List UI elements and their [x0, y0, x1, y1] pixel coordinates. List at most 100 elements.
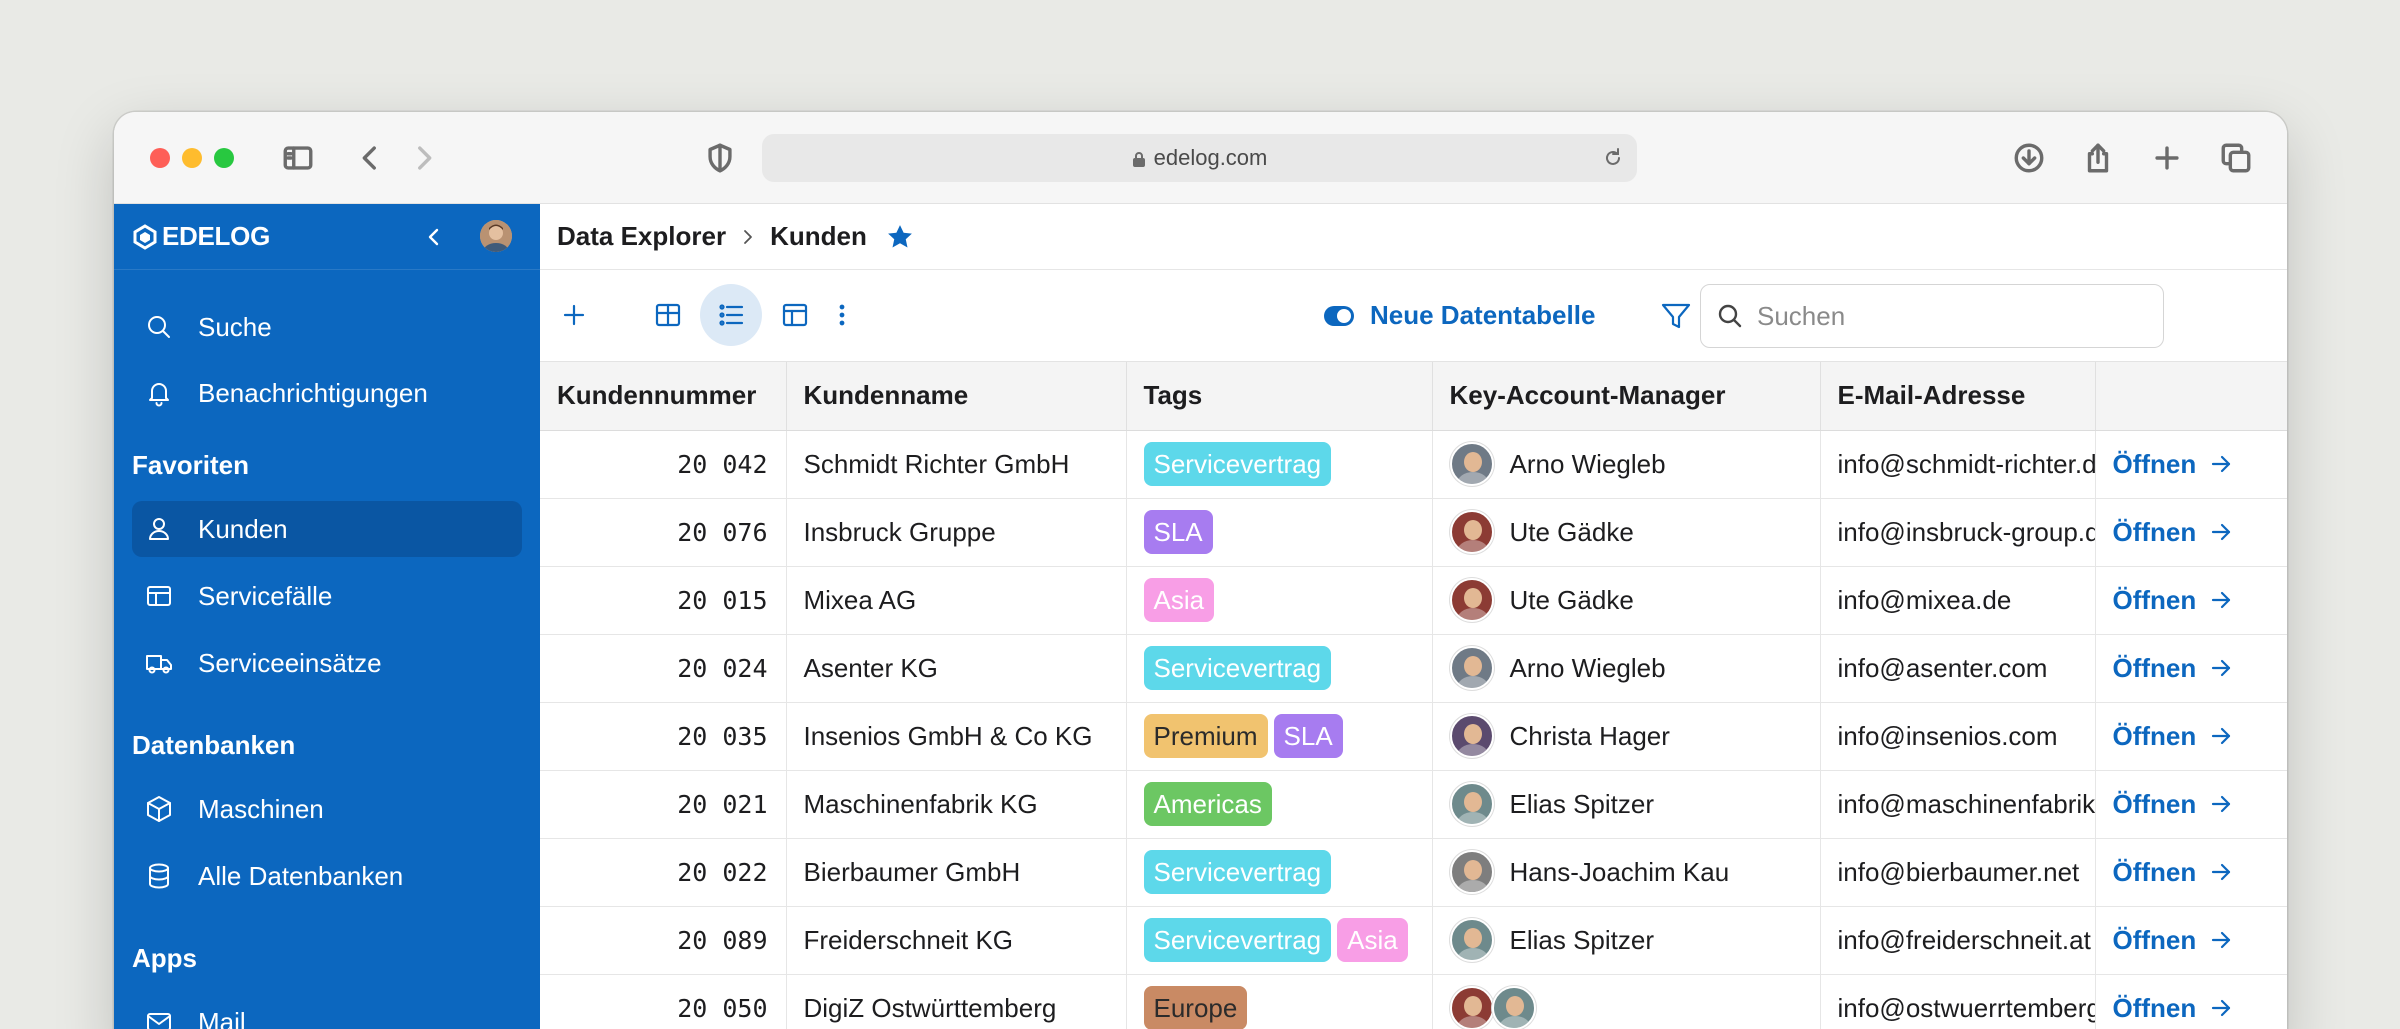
table-row[interactable]: 20 050 DigiZ Ostwürttemberg Europe info@ost…	[540, 974, 2287, 1029]
sidebar-toggle-icon[interactable]	[276, 136, 320, 180]
tab-overview-icon[interactable]	[2214, 136, 2258, 180]
table-row[interactable]: 20 035 Insenios GmbH & Co KG Premium SLA Chr…	[540, 702, 2287, 771]
customer-number: 20 076	[540, 498, 787, 567]
table-row[interactable]: 20 089 Freiderschneit KG Servicevertrag Asi…	[540, 906, 2287, 975]
tag-badge[interactable]: Premium	[1143, 714, 1268, 758]
email-address: info@insenios.com	[1820, 702, 2096, 771]
manager-cell: Ute Gädke	[1432, 566, 1821, 635]
sidebar-item-serviceeinsaetze[interactable]: Serviceeinsätze	[132, 635, 522, 691]
toggle-switch[interactable]	[1324, 305, 1354, 326]
collapse-sidebar-icon[interactable]	[419, 222, 449, 252]
tag-badge[interactable]: Americas	[1143, 782, 1272, 826]
close-window-button[interactable]	[150, 148, 170, 168]
search-input[interactable]: Suchen	[1700, 284, 2164, 348]
open-record-link[interactable]: Öffnen	[2113, 857, 2287, 888]
manager-avatar	[1449, 578, 1494, 622]
back-icon[interactable]	[348, 136, 392, 180]
tag-badge[interactable]: Asia	[1143, 578, 1215, 622]
tag-badge[interactable]: Europe	[1143, 986, 1248, 1029]
edelog-logo-icon	[133, 223, 157, 250]
manager-name: Ute Gädke	[1509, 584, 1634, 615]
table-row[interactable]: 20 024 Asenter KG Servicevertrag Arno Wiegl…	[540, 634, 2287, 703]
minimize-window-button[interactable]	[182, 148, 202, 168]
open-record-link[interactable]: Öffnen	[2113, 993, 2287, 1024]
sidebar-item-maschinen[interactable]: Maschinen	[132, 781, 522, 837]
open-record-link[interactable]: Öffnen	[2113, 517, 2287, 548]
forward-icon[interactable]	[402, 136, 446, 180]
tags-cell: Europe	[1126, 974, 1433, 1029]
tag-badge[interactable]: Servicevertrag	[1143, 442, 1332, 486]
customer-table: Kundennummer Kundenname Tags Key-Account…	[540, 362, 2287, 1029]
customer-name: Freiderschneit KG	[786, 906, 1127, 975]
more-view-options-button[interactable]	[811, 284, 873, 346]
tag-badge[interactable]: Servicevertrag	[1143, 850, 1332, 894]
customer-number: 20 022	[540, 838, 787, 907]
table-row[interactable]: 20 021 Maschinenfabrik KG Americas Elias Sp…	[540, 770, 2287, 839]
breadcrumb-parent[interactable]: Data Explorer	[557, 221, 726, 252]
manager-avatar	[1449, 442, 1494, 486]
list-view-button[interactable]	[700, 284, 762, 346]
address-bar[interactable]: edelog.com	[762, 134, 1637, 182]
reload-icon[interactable]	[1601, 146, 1625, 170]
sidebar-item-mail[interactable]: Mail	[132, 994, 522, 1029]
manager-name: Arno Wiegleb	[1509, 652, 1666, 683]
bell-icon	[144, 378, 174, 408]
column-header-kundenname[interactable]: Kundenname	[786, 362, 1127, 431]
column-header-email[interactable]: E-Mail-Adresse	[1820, 362, 2096, 431]
column-header-key-account-manager[interactable]: Key-Account-Manager	[1432, 362, 1821, 431]
column-header-kundennummer[interactable]: Kundennummer	[540, 362, 787, 431]
sidebar-item-kunden[interactable]: Kunden	[132, 501, 522, 557]
add-record-button[interactable]	[543, 284, 605, 346]
table-row[interactable]: 20 022 Bierbaumer GmbH Servicevertrag Hans-…	[540, 838, 2287, 907]
table-row[interactable]: 20 042 Schmidt Richter GmbH Servicevertrag…	[540, 430, 2287, 499]
cube-icon	[144, 794, 174, 824]
mail-icon	[144, 1007, 174, 1029]
sidebar-item-alle-datenbanken[interactable]: Alle Datenbanken	[132, 848, 522, 904]
column-header-tags[interactable]: Tags	[1126, 362, 1433, 431]
manager-avatar	[1449, 714, 1494, 758]
table-row[interactable]: 20 015 Mixea AG Asia Ute Gädke info@mixea.de…	[540, 566, 2287, 635]
edelog-logo[interactable]: EDELOG	[132, 221, 270, 252]
new-datatable-toggle[interactable]: Neue Datentabelle	[1324, 300, 1595, 331]
actions-cell: Öffnen	[2095, 974, 2287, 1029]
table-row[interactable]: 20 076 Insbruck Gruppe SLA Ute Gädke info@in…	[540, 498, 2287, 567]
user-avatar[interactable]	[480, 220, 512, 252]
sidebar: EDELOG Suche Benachrichtigungen Favorite…	[114, 204, 540, 1029]
open-record-link[interactable]: Öffnen	[2113, 653, 2287, 684]
actions-cell: Öffnen	[2095, 702, 2287, 771]
tag-badge[interactable]: SLA	[1273, 714, 1343, 758]
customer-name: Asenter KG	[786, 634, 1127, 703]
tags-cell: SLA	[1126, 498, 1433, 567]
zoom-window-button[interactable]	[214, 148, 234, 168]
manager-avatar	[1491, 986, 1536, 1029]
open-label: Öffnen	[2112, 788, 2197, 819]
open-record-link[interactable]: Öffnen	[2113, 925, 2287, 956]
customer-number: 20 042	[540, 430, 787, 499]
customer-name: Bierbaumer GmbH	[786, 838, 1127, 907]
sidebar-item-servicefaelle[interactable]: Servicefälle	[132, 568, 522, 624]
open-record-link[interactable]: Öffnen	[2113, 789, 2287, 820]
tag-badge[interactable]: Asia	[1337, 918, 1408, 962]
section-apps: Apps	[132, 943, 197, 973]
filter-icon[interactable]	[1658, 298, 1694, 334]
download-icon[interactable]	[2007, 136, 2051, 180]
open-record-link[interactable]: Öffnen	[2113, 721, 2287, 752]
sidebar-item-benachrichtigungen[interactable]: Benachrichtigungen	[132, 365, 522, 421]
search-icon	[144, 312, 174, 342]
star-icon[interactable]	[885, 222, 915, 252]
tag-badge[interactable]: Servicevertrag	[1143, 646, 1332, 690]
customer-name: Mixea AG	[786, 566, 1127, 635]
sidebar-header: EDELOG	[114, 204, 540, 270]
open-record-link[interactable]: Öffnen	[2113, 449, 2287, 480]
tag-badge[interactable]: SLA	[1143, 510, 1213, 554]
customer-number: 20 015	[540, 566, 787, 635]
tag-badge[interactable]: Servicevertrag	[1143, 918, 1332, 962]
manager-name: Christa Hager	[1509, 720, 1670, 751]
grid-view-button[interactable]	[637, 284, 699, 346]
new-tab-icon[interactable]	[2145, 136, 2189, 180]
database-icon	[144, 861, 174, 891]
share-icon[interactable]	[2076, 136, 2120, 180]
sidebar-item-suche[interactable]: Suche	[132, 299, 522, 355]
open-record-link[interactable]: Öffnen	[2113, 585, 2287, 616]
privacy-shield-icon[interactable]	[698, 136, 742, 180]
